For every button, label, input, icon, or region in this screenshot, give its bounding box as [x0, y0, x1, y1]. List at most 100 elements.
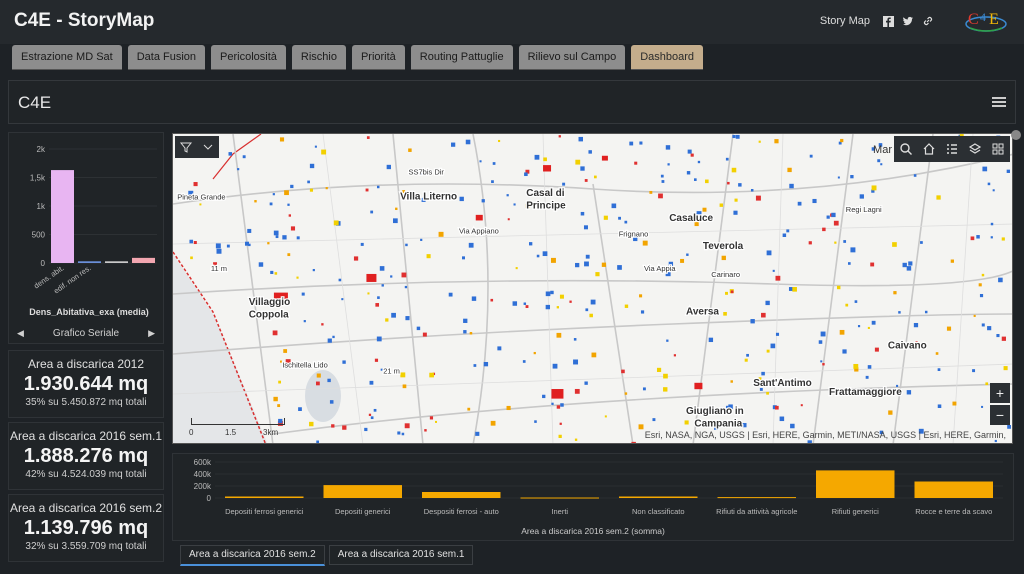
- layers-icon[interactable]: [968, 142, 982, 156]
- tab-2016-sem1[interactable]: Area a discarica 2016 sem.1: [328, 545, 474, 565]
- zoom-out-button[interactable]: −: [990, 405, 1010, 425]
- map-feature: [850, 247, 856, 253]
- previous-chart-icon[interactable]: ◀: [17, 328, 24, 339]
- map-feature: [970, 236, 975, 241]
- bar[interactable]: [132, 257, 155, 263]
- bar[interactable]: [914, 481, 994, 499]
- map-feature: [278, 380, 282, 384]
- link-icon[interactable]: [922, 15, 934, 27]
- next-chart-icon[interactable]: ▶: [148, 328, 155, 339]
- legend-icon[interactable]: [945, 142, 959, 156]
- map-feature: [321, 149, 327, 155]
- bar[interactable]: [717, 497, 797, 499]
- map-feature: [935, 352, 939, 355]
- bar[interactable]: [105, 261, 128, 263]
- map-feature: [666, 339, 669, 342]
- map-feature: [244, 241, 249, 246]
- map-filter-control[interactable]: [175, 136, 219, 158]
- map-feature: [451, 142, 456, 147]
- tab-rilievo-sul-campo[interactable]: Rilievo sul Campo: [518, 45, 626, 69]
- map-feature: [282, 235, 287, 240]
- map-feature: [392, 218, 398, 224]
- map-feature: [842, 349, 847, 354]
- tab-rischio[interactable]: Rischio: [291, 45, 346, 69]
- map-feature: [734, 198, 738, 202]
- map-feature: [822, 363, 825, 366]
- map-feature: [639, 294, 643, 298]
- map-feature: [429, 372, 434, 378]
- map-feature: [604, 415, 607, 418]
- chevron-down-icon[interactable]: [201, 140, 215, 154]
- zoom-in-button[interactable]: +: [990, 383, 1010, 403]
- menu-icon[interactable]: [989, 92, 1009, 112]
- home-icon[interactable]: [922, 142, 936, 156]
- map-feature: [258, 262, 264, 267]
- svg-text:4: 4: [980, 10, 986, 24]
- map-feature: [831, 212, 836, 218]
- map-feature: [1001, 237, 1005, 241]
- map-feature: [854, 300, 858, 303]
- bar[interactable]: [78, 261, 101, 263]
- map-feature: [684, 420, 689, 425]
- map-feature: [525, 305, 529, 308]
- bar[interactable]: [520, 497, 600, 499]
- map-feature: [870, 262, 875, 267]
- map-canvas[interactable]: Pineta Grande Villa Literno Casal di Princi…: [173, 134, 1013, 444]
- map-feature: [279, 137, 285, 142]
- map-feature: [215, 243, 221, 249]
- map-feature: [631, 441, 636, 443]
- place-label: Frignano: [619, 230, 649, 239]
- x-tick-label: Depositi generici: [335, 507, 391, 516]
- tab-dashboard[interactable]: Dashboard: [631, 45, 704, 69]
- place-label: Aversa: [686, 306, 719, 317]
- tab-priorit-[interactable]: Priorità: [351, 45, 405, 69]
- map-feature: [298, 407, 302, 411]
- map-feature: [424, 429, 427, 432]
- stat-subtext: 32% su 3.559.709 mq totali: [25, 541, 147, 552]
- map-feature: [611, 203, 617, 209]
- x-tick-label: Non classificato: [632, 507, 685, 516]
- map-feature: [818, 340, 823, 344]
- tab-data-fusion[interactable]: Data Fusion: [127, 45, 206, 69]
- map-feature: [550, 290, 554, 295]
- map-feature: [391, 312, 396, 318]
- y-tick-label: 0: [207, 494, 212, 503]
- tab-pericolosit-[interactable]: Pericolosità: [211, 45, 286, 69]
- twitter-icon[interactable]: [902, 15, 914, 27]
- search-icon[interactable]: [899, 142, 913, 156]
- basemap-icon[interactable]: [991, 142, 1005, 156]
- map-feature: [1006, 169, 1010, 173]
- map-feature: [459, 196, 464, 202]
- map-feature: [786, 229, 790, 233]
- map-feature: [273, 230, 279, 236]
- tab-estrazione-md-sat[interactable]: Estrazione MD Sat: [12, 45, 122, 69]
- x-tick-label: Inerti: [551, 507, 568, 516]
- bar[interactable]: [51, 170, 74, 263]
- map-feature: [987, 326, 992, 331]
- bar[interactable]: [323, 485, 403, 498]
- map-feature: [374, 358, 379, 362]
- map-feature: [273, 396, 278, 402]
- bar[interactable]: [422, 492, 501, 498]
- bar[interactable]: [619, 496, 698, 499]
- map-feature: [309, 163, 315, 169]
- map-feature: [952, 401, 957, 406]
- facebook-icon[interactable]: [882, 15, 894, 27]
- bar[interactable]: [816, 470, 895, 498]
- map-feature: [395, 207, 398, 211]
- map-feature: [660, 174, 664, 178]
- map-feature: [267, 242, 270, 245]
- filter-icon[interactable]: [179, 140, 193, 154]
- tab-2016-sem2[interactable]: Area a discarica 2016 sem.2: [180, 545, 325, 566]
- map-feature: [475, 214, 483, 221]
- map-view[interactable]: Pineta Grande Villa Literno Casal di Princi…: [172, 133, 1013, 444]
- bar[interactable]: [225, 496, 304, 499]
- map-feature: [309, 188, 314, 192]
- expand-icon[interactable]: [1011, 130, 1021, 140]
- map-feature: [556, 332, 562, 338]
- tab-routing-pattuglie[interactable]: Routing Pattuglie: [410, 45, 513, 69]
- place-label: 11 m: [211, 264, 227, 273]
- place-label: SS7bis Dir: [408, 167, 444, 176]
- map-feature: [448, 292, 453, 297]
- map-feature: [585, 308, 589, 312]
